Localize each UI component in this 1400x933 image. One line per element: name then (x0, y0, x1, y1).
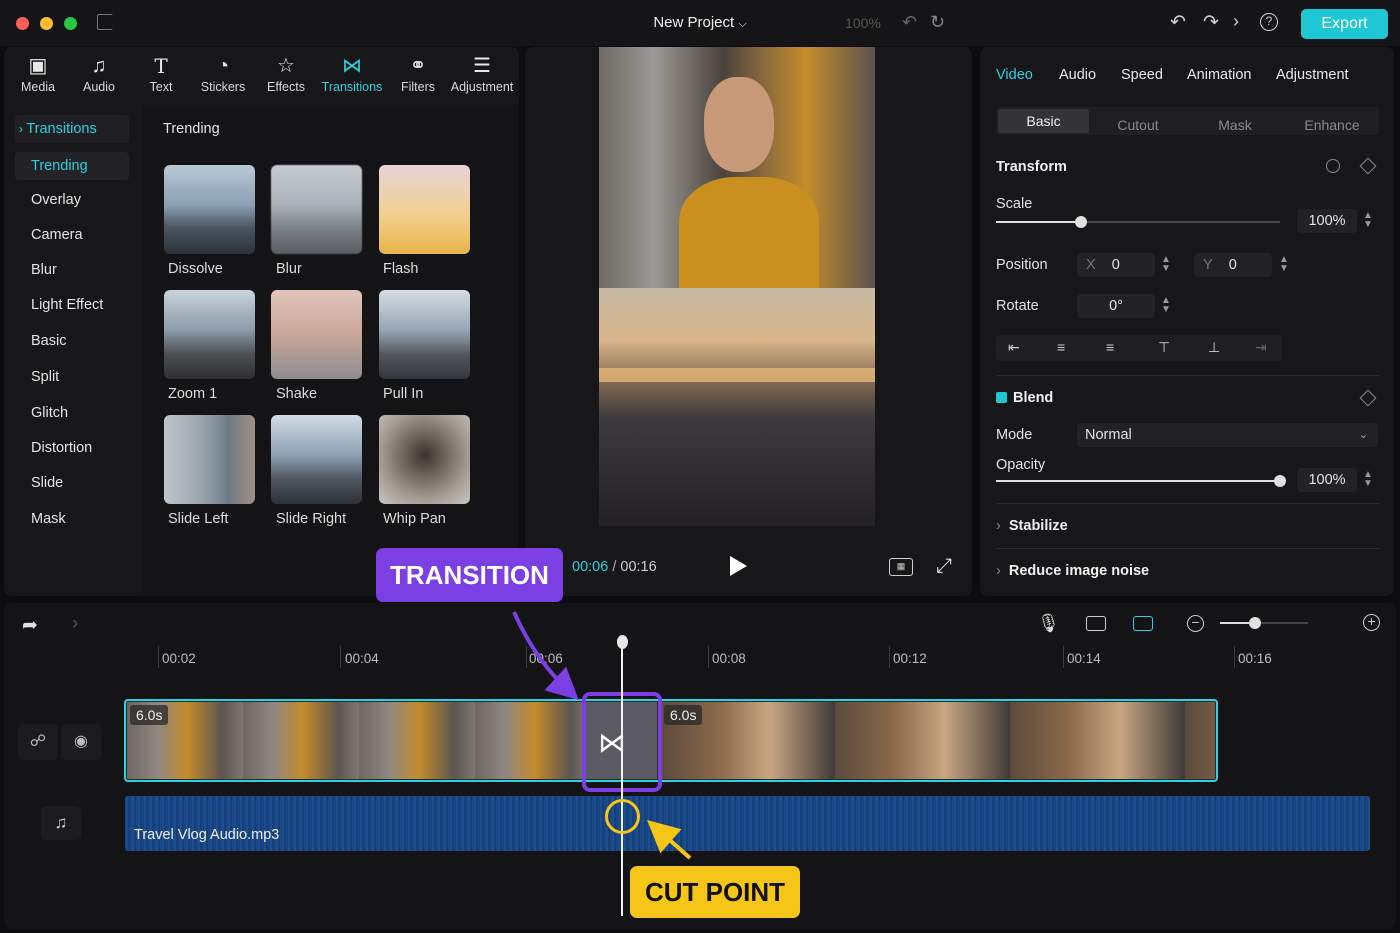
cut-point-arrow (647, 820, 692, 860)
transition-arrow (512, 611, 579, 701)
callout-arrows (512, 611, 692, 860)
